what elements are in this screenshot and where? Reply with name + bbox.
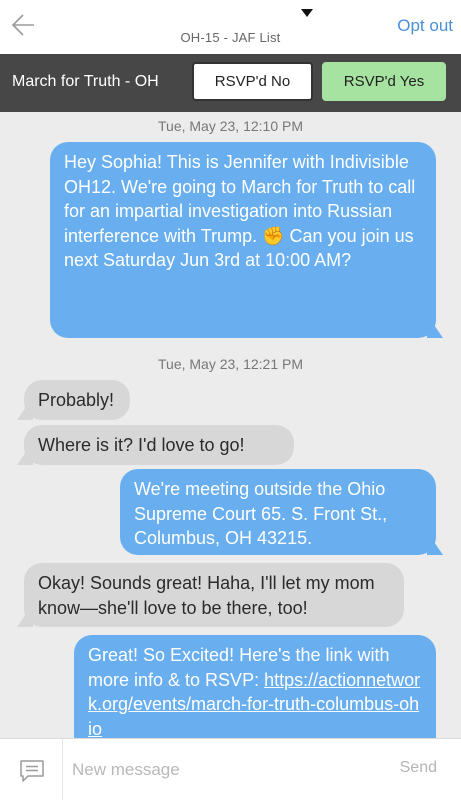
- message-bubble-incoming: Okay! Sounds great! Haha, I'll let my mo…: [24, 563, 404, 627]
- send-button[interactable]: Send: [400, 759, 437, 777]
- message-bubble-outgoing: Hey Sophia! This is Jennifer with Indivi…: [50, 142, 436, 338]
- message-bubble-outgoing: We're meeting outside the Ohio Supreme C…: [120, 469, 436, 555]
- raised-fist-emoji: ✊: [262, 225, 285, 246]
- message-bubble-incoming: Probably!: [24, 380, 130, 420]
- caret-down-icon[interactable]: [301, 9, 313, 17]
- conversation-thread[interactable]: Tue, May 23, 12:10 PM Hey Sophia! This i…: [0, 112, 461, 738]
- message-input[interactable]: [72, 757, 372, 783]
- top-header: OH-15 - JAF List Opt out: [0, 0, 461, 54]
- list-name[interactable]: OH-15 - JAF List: [0, 30, 461, 45]
- timestamp: Tue, May 23, 12:10 PM: [158, 118, 303, 134]
- campaign-bar: March for Truth - OH RSVP'd No RSVP'd Ye…: [0, 54, 461, 112]
- composer-divider: [62, 739, 63, 800]
- rsvp-no-button[interactable]: RSVP'd No: [192, 62, 313, 101]
- timestamp: Tue, May 23, 12:21 PM: [158, 356, 303, 372]
- message-bubble-incoming: Where is it? I'd love to go!: [24, 425, 294, 465]
- message-composer: Send: [0, 738, 461, 800]
- opt-out-button[interactable]: Opt out: [397, 16, 453, 36]
- chat-bubble-icon[interactable]: [18, 758, 46, 784]
- message-bubble-outgoing: Great! So Excited! Here's the link with …: [74, 635, 436, 738]
- campaign-title: March for Truth - OH: [12, 73, 159, 90]
- rsvp-yes-button[interactable]: RSVP'd Yes: [322, 62, 446, 101]
